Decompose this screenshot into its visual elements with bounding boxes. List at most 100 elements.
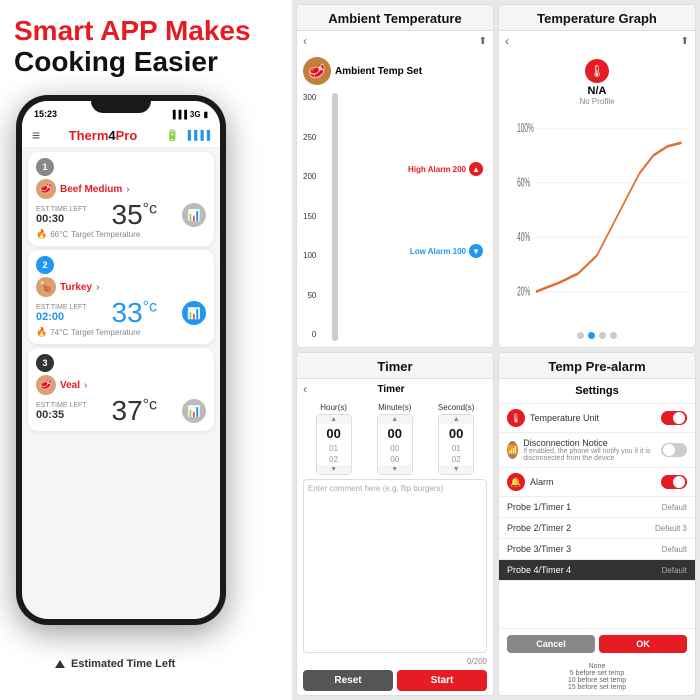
graph-svg-wrap: 100% 60% 40% 20% (503, 110, 691, 328)
ambient-set-row: 🥩 Ambient Temp Set (303, 57, 487, 85)
food-label-1: Beef Medium (60, 184, 122, 195)
high-alarm-marker[interactable]: High Alarm 200 ▲ (408, 162, 483, 176)
seconds-up[interactable]: ▲ (439, 415, 473, 424)
probe2-row[interactable]: Probe 2/Timer 2 Default 3 (499, 518, 695, 539)
phone-frame: 15:23 ▐▐▐ 3G ▮ ≡ Therm4Pro 🔋 ▐▐▐▐ (16, 95, 226, 625)
est-time-2: 02:00 (36, 311, 87, 323)
big-temp-1: 35°c (112, 201, 158, 229)
probe3-label: Probe 3/Timer 3 (507, 544, 571, 554)
temp-scale-bar-wrap: High Alarm 200 ▲ Low Alarm 100 ▼ (322, 93, 487, 341)
big-temp-3: 37°c (112, 397, 158, 425)
status-time: 15:23 (34, 109, 57, 119)
hours-up[interactable]: ▲ (317, 415, 351, 424)
graph-btn-1[interactable]: 📊 (182, 203, 206, 227)
back-icon[interactable]: ‹ (303, 34, 307, 48)
graph-btn-2[interactable]: 📊 (182, 301, 206, 325)
minutes-down[interactable]: ▼ (378, 465, 412, 474)
probe1-label: Probe 1/Timer 1 (507, 502, 571, 512)
probe-food-row-2[interactable]: 🍗 Turkey › (36, 277, 206, 297)
dot-2 (588, 332, 595, 339)
seconds-spinner[interactable]: ▲ 00 01 02 ▼ (438, 414, 474, 475)
settings-title: Settings (499, 379, 695, 404)
est-label-1: EST.TIME LEFT (36, 206, 87, 213)
alarm-icon: 🔔 (507, 473, 525, 491)
probe2-val: Default 3 (655, 524, 687, 533)
hours-spinner[interactable]: ▲ 00 01 02 ▼ (316, 414, 352, 475)
alarm-toggle[interactable] (661, 475, 687, 489)
timer-content: Hour(s) ▲ 00 01 02 ▼ Minute(s) ▲ 00 (297, 399, 493, 695)
probe3-row[interactable]: Probe 3/Timer 3 Default (499, 539, 695, 560)
minutes-up[interactable]: ▲ (378, 415, 412, 424)
seconds-down[interactable]: ▼ (439, 465, 473, 474)
hours-label: Hour(s) (320, 403, 347, 412)
graph-content: 🌡 N/A No Profile 100% 60% 40% 20% (499, 51, 695, 347)
dot-1 (577, 332, 584, 339)
timer-buttons: Reset Start (303, 670, 487, 691)
ok-button[interactable]: OK (599, 635, 687, 653)
headline: Smart APP Makes Cooking Easier (14, 16, 278, 78)
temp-scale-labels: 300 250 200 150 100 50 0 (303, 93, 316, 341)
prealarm-title: Temp Pre-alarm (507, 359, 687, 374)
minutes-spinner[interactable]: ▲ 00 00 00 ▼ (377, 414, 413, 475)
food-label-2: Turkey (60, 282, 92, 293)
cancel-button[interactable]: Cancel (507, 635, 595, 653)
food-arrow-3: › (84, 380, 87, 391)
prealarm-screen: Temp Pre-alarm Settings 🌡 Temperature Un… (498, 352, 696, 696)
hours-down[interactable]: ▼ (317, 465, 351, 474)
probe4-label: Probe 4/Timer 4 (507, 565, 571, 575)
ambient-content: 🥩 Ambient Temp Set 300 250 200 150 100 5… (297, 51, 493, 347)
svg-text:100%: 100% (517, 122, 534, 136)
disconnect-icon: 📶 (507, 441, 518, 459)
probe4-val: Default (662, 566, 687, 575)
timer-nav: ‹ Timer (297, 379, 493, 399)
graph-btn-3[interactable]: 📊 (182, 399, 206, 423)
probe-card-1: 1 🥩 Beef Medium › EST.TIME LEFT 00:30 (28, 152, 214, 246)
ambient-title: Ambient Temperature (305, 11, 485, 26)
graph-no-profile: No Profile (579, 97, 614, 106)
temp-graph-screen: Temperature Graph ‹ ⬆ 🌡 N/A No Profile 1… (498, 4, 696, 348)
probe-temp-row-1: EST.TIME LEFT 00:30 35°c 📊 (36, 201, 206, 229)
status-icons: ▐▐▐ 3G ▮ (170, 110, 208, 119)
minutes-sub2: 00 (378, 454, 412, 465)
headline-line1: Smart APP Makes (14, 16, 278, 47)
minutes-label: Minute(s) (378, 403, 411, 412)
timer-hours-col: Hour(s) ▲ 00 01 02 ▼ (316, 403, 352, 475)
headline-line2: Cooking Easier (14, 47, 278, 78)
veal-icon: 🥩 (36, 375, 56, 395)
menu-icon[interactable]: ≡ (32, 127, 40, 143)
food-label-3: Veal (60, 380, 80, 391)
disconnect-sub: If enabled, the phone will notify you if… (523, 448, 651, 462)
left-section: Smart APP Makes Cooking Easier 15:23 ▐▐▐… (0, 0, 290, 700)
graph-share-icon[interactable]: ⬆ (681, 36, 689, 47)
phone-mockup: 15:23 ▐▐▐ 3G ▮ ≡ Therm4Pro 🔋 ▐▐▐▐ (16, 95, 226, 625)
graph-back-icon[interactable]: ‹ (505, 34, 509, 48)
high-alarm-icon: ▲ (469, 162, 483, 176)
temp-scale-bar (332, 93, 338, 341)
probe-number-1: 1 (36, 158, 54, 176)
disconnect-toggle[interactable] (661, 443, 687, 457)
probe4-row[interactable]: Probe 4/Timer 4 Default (499, 560, 695, 581)
battery-icon: ▮ (204, 110, 208, 119)
timer-seconds-col: Second(s) ▲ 00 01 02 ▼ (438, 403, 474, 475)
target-row-2: 🔥 74°C Target Temperature (36, 327, 206, 338)
probe1-row[interactable]: Probe 1/Timer 1 Default (499, 497, 695, 518)
share-icon[interactable]: ⬆ (479, 36, 487, 47)
graph-dots (503, 328, 691, 343)
timer-nav-title: Timer (377, 384, 404, 395)
probe-food-row-3[interactable]: 🥩 Veal › (36, 375, 206, 395)
probe-card-3: 3 🥩 Veal › EST.TIME LEFT 00:35 (28, 348, 214, 431)
hours-sub1: 01 (317, 443, 351, 454)
timer-back-icon[interactable]: ‹ (303, 382, 307, 396)
app-header: ≡ Therm4Pro 🔋 ▐▐▐▐ (22, 123, 220, 148)
estimated-time-label: Estimated Time Left (55, 658, 175, 670)
right-section: Ambient Temperature ‹ ⬆ 🥩 Ambient Temp S… (292, 0, 700, 700)
probe-food-row-1[interactable]: 🥩 Beef Medium › (36, 179, 206, 199)
timer-comment-box[interactable]: Enter comment here (e.g. flip burgers) (303, 479, 487, 653)
est-label-3: EST.TIME LEFT (36, 402, 87, 409)
temp-unit-icon: 🌡 (507, 409, 525, 427)
high-alarm-text: High Alarm 200 (408, 165, 466, 174)
start-button[interactable]: Start (397, 670, 487, 691)
temp-unit-toggle[interactable] (661, 411, 687, 425)
low-alarm-marker[interactable]: Low Alarm 100 ▼ (410, 244, 483, 258)
reset-button[interactable]: Reset (303, 670, 393, 691)
